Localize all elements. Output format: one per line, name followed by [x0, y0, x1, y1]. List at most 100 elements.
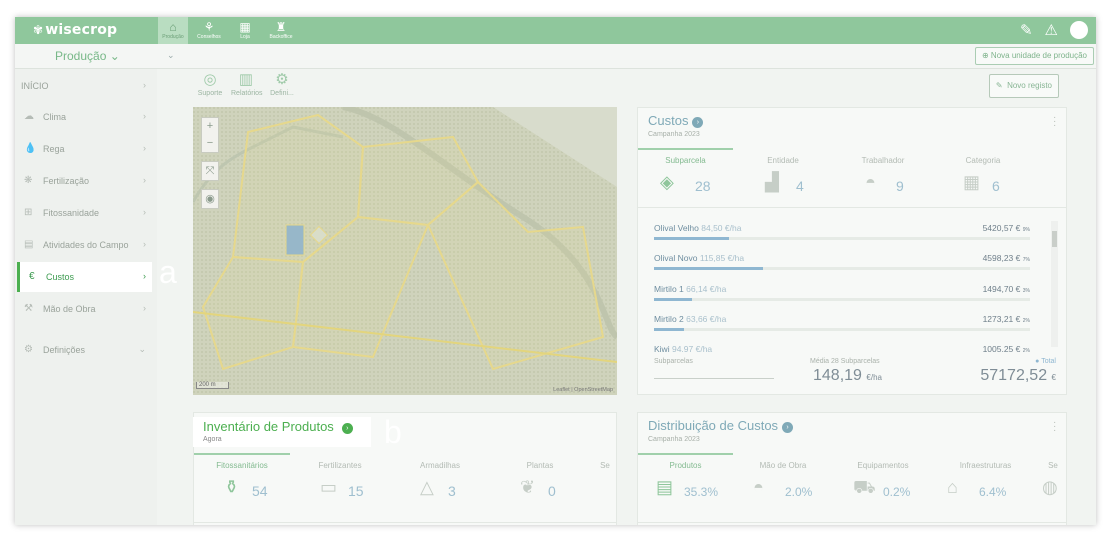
map-parcels	[193, 107, 617, 395]
sidebar-item-atividades[interactable]: ▤ Atividades do Campo ›	[15, 230, 152, 260]
novo-registo-label: Novo registo	[1007, 81, 1052, 90]
novo-registo-button[interactable]: ✎ Novo registo	[988, 74, 1059, 98]
cost-row[interactable]: Olival Novo 115,85 €/ha 4598,23 € 7%	[654, 253, 1030, 270]
row-bar-fill	[654, 328, 685, 331]
footer-mid-label: Média 28 Subparcelas	[810, 358, 880, 365]
kebab-menu-icon[interactable]: · · ·	[1053, 113, 1057, 131]
drop-icon: 💧	[24, 143, 37, 154]
inventory-title-highlight[interactable]: Inventário de Produtos › Agora	[193, 417, 371, 447]
arrow-right-icon: ›	[782, 422, 794, 433]
sidebar-item-mao-de-obra[interactable]: ⚒ Mão de Obra ›	[15, 294, 152, 324]
avatar[interactable]	[1070, 21, 1088, 39]
row-pct: 3%	[1022, 288, 1030, 294]
fullscreen-button[interactable]: ⤧	[201, 161, 219, 181]
row-name: Kiwi	[654, 344, 670, 352]
tab-value: 28	[695, 178, 711, 194]
money-icon: €	[29, 271, 35, 282]
production-select[interactable]: Produção ⌄	[55, 49, 120, 63]
parcel-icon: ◈	[660, 172, 674, 192]
zoom-control: + −	[201, 117, 219, 153]
tab-produtos[interactable]: Produtos ▤ 35.3%	[638, 453, 733, 513]
tab-plantas[interactable]: Plantas ❦ 0	[490, 453, 590, 513]
row-bar-fill	[654, 267, 764, 270]
tab-subparcela[interactable]: Subparcela ◈ 28	[638, 148, 733, 208]
average-value: 148,19 €/ha	[813, 367, 882, 385]
scrollbar[interactable]	[1051, 221, 1058, 347]
tab-infraestruturas[interactable]: Infraestruturas ⌂ 6.4%	[933, 453, 1038, 513]
definicoes-button[interactable]: ⚙ Defini...	[267, 70, 297, 97]
edit-icon[interactable]: ✎	[1020, 21, 1033, 39]
kebab-menu-icon[interactable]: · · ·	[1053, 418, 1057, 436]
suporte-button[interactable]: ◎ Suporte	[195, 70, 225, 97]
top-icons: ✎ ⚠	[1020, 21, 1088, 39]
nav-backoffice[interactable]: ♜ Backoffice	[266, 17, 296, 44]
tab-value: 4	[796, 178, 804, 194]
row-name: Mirtilo 2	[654, 314, 684, 324]
chevron-right-icon: ›	[143, 175, 146, 185]
worker-icon: ◓	[865, 172, 876, 192]
sidebar-item-label: Rega	[43, 144, 65, 154]
nav-label: Conselhos	[197, 34, 221, 40]
zoom-in-button[interactable]: +	[202, 118, 218, 135]
locate-button[interactable]: ◉	[201, 189, 219, 209]
tab-label: Plantas	[526, 461, 554, 470]
inventory-title[interactable]: Inventário de Produtos ›	[203, 419, 353, 434]
nav-producao[interactable]: ⌂ Produção	[158, 17, 188, 44]
sidebar-item-custos[interactable]: € Custos ›	[17, 262, 152, 292]
map-attribution[interactable]: Leaflet | OpenStreetMap	[553, 387, 613, 393]
tab-mao-de-obra[interactable]: Mão de Obra ◓ 2.0%	[733, 453, 833, 513]
tab-value: 15	[348, 483, 364, 499]
row-value-text: 5420,57 €	[982, 223, 1021, 233]
inventory-tabs: Fitossanitários ⚱ 54 Fertilizantes ▭ 15 …	[194, 453, 616, 523]
cost-row[interactable]: Mirtilo 2 63,66 €/ha 1273,21 € 2%	[654, 314, 1030, 331]
warning-icon[interactable]: ⚠	[1045, 21, 1058, 39]
sidebar-item-definicoes[interactable]: ⚙ Definições ⌄	[15, 335, 152, 365]
row-name: Olival Novo	[654, 253, 698, 263]
zoom-out-button[interactable]: −	[202, 135, 218, 152]
tab-more[interactable]: Se ◍	[1038, 453, 1068, 513]
cost-row[interactable]: Kiwi 94,97 €/ha 1005,25 € 2%	[654, 344, 1030, 352]
scrollbar-thumb[interactable]	[1052, 231, 1057, 247]
sidebar-item-fertilizacao[interactable]: ❋ Fertilização ›	[15, 166, 152, 196]
map-view[interactable]: + − ⤧ ◉ 200 m Leaflet | OpenStreetMap	[193, 107, 617, 395]
total-label: Total	[1041, 358, 1056, 365]
cost-row[interactable]: Mirtilo 1 66,14 €/ha 1494,70 € 3%	[654, 284, 1030, 301]
tab-entidade[interactable]: Entidade ▟ 4	[733, 148, 833, 208]
logo[interactable]: ✾ wisecrop	[33, 22, 117, 38]
chevron-down-icon[interactable]: ⌄	[167, 50, 175, 61]
tab-fertilizantes[interactable]: Fertilizantes ▭ 15	[290, 453, 390, 513]
tab-value: 2.0%	[785, 485, 813, 499]
logo-text: wisecrop	[45, 22, 118, 38]
tab-armadilhas[interactable]: Armadilhas △ 3	[390, 453, 490, 513]
costs-title[interactable]: Custos ›	[648, 113, 704, 128]
report-icon: ▥	[238, 71, 254, 88]
cloud-icon: ☁	[24, 111, 34, 122]
tab-label: Trabalhador	[861, 156, 905, 165]
tab-trabalhador[interactable]: Trabalhador ◓ 9	[833, 148, 933, 208]
tab-categoria[interactable]: Categoria ▦ 6	[933, 148, 1033, 208]
tab-fitossanitarios[interactable]: Fitossanitários ⚱ 54	[194, 453, 290, 513]
nav-loja[interactable]: ▦ Loja	[230, 17, 260, 44]
footer-right-label: ● Total	[1035, 358, 1056, 365]
shop-icon: ▦	[239, 20, 251, 34]
nova-unidade-button[interactable]: ⊕ Nova unidade de produção	[974, 47, 1094, 65]
row-value-text: 1273,21 €	[982, 314, 1021, 324]
row-pct: 2%	[1022, 348, 1030, 352]
tab-more[interactable]: Se	[590, 453, 620, 513]
sidebar-item-label: Definições	[43, 345, 86, 355]
network-icon: ⚘	[203, 20, 215, 34]
distribution-title[interactable]: Distribuição de Custos ›	[648, 418, 794, 433]
sidebar-item-clima[interactable]: ☁ Clima ›	[15, 102, 152, 132]
tab-equipamentos[interactable]: Equipamentos ⛟ 0.2%	[833, 453, 933, 513]
sidebar-item-rega[interactable]: 💧 Rega ›	[15, 134, 152, 164]
nav-conselhos[interactable]: ⚘ Conselhos	[194, 17, 224, 44]
tab-value: 3	[448, 483, 456, 499]
distribution-card: Distribuição de Custos › Campanha 2023 · ·…	[637, 412, 1067, 525]
app-window: ✾ wisecrop ⌂ Produção ⚘ Conselhos ▦ Loja ♜ Ba…	[15, 17, 1096, 525]
sidebar-item-inicio[interactable]: INÍCIO ›	[15, 71, 152, 101]
plant-health-icon: ⊞	[24, 207, 33, 218]
relatorios-button[interactable]: ▥ Relatórios	[231, 70, 263, 97]
sidebar-item-fitossanidade[interactable]: ⊞ Fitossanidade ›	[15, 198, 152, 228]
quick-tool-label: Defini...	[270, 90, 294, 97]
cost-row[interactable]: Olival Velho 84,50 €/ha 5420,57 € 9%	[654, 223, 1030, 240]
